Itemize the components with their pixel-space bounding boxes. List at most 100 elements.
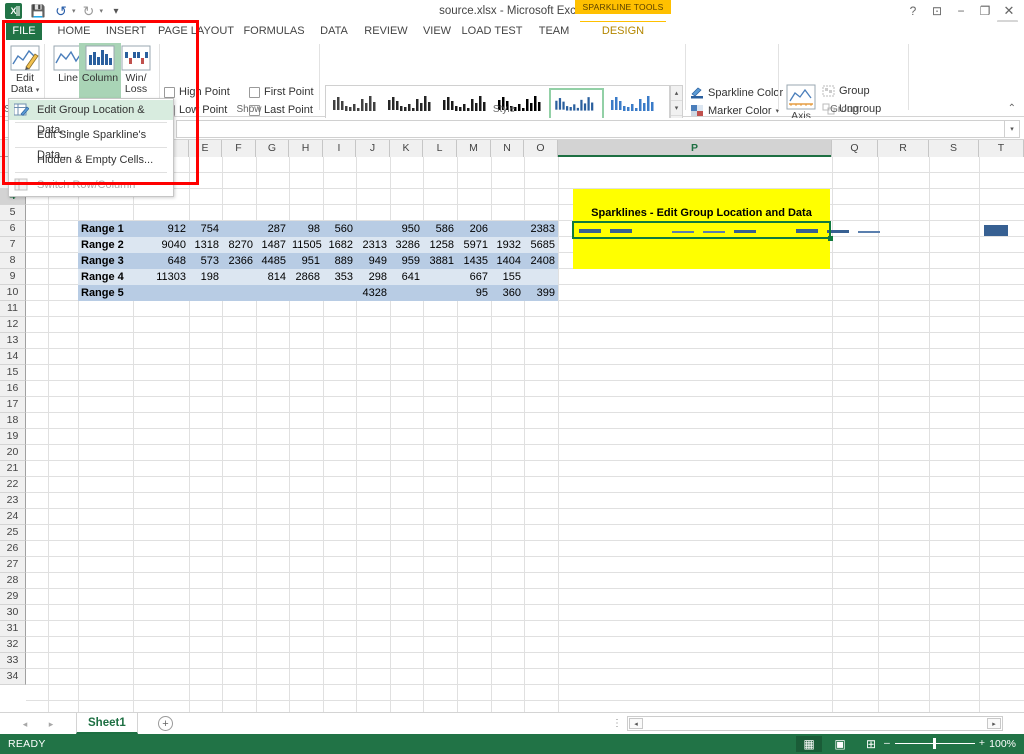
row-header-21[interactable]: 21 [0,461,26,477]
table-cell[interactable] [222,285,256,301]
tab-data[interactable]: DATA [313,22,355,40]
table-cell[interactable] [423,285,457,301]
tab-review[interactable]: REVIEW [361,22,411,40]
table-cell[interactable]: 950 [390,221,423,237]
zoom-out-icon[interactable]: – [884,737,890,749]
column-header-G[interactable]: G [256,140,289,157]
table-cell[interactable]: 560 [323,221,356,237]
row-header-20[interactable]: 20 [0,445,26,461]
row-header-13[interactable]: 13 [0,333,26,349]
table-cell[interactable]: 814 [256,269,289,285]
table-row-label[interactable]: Range 1 [78,221,133,237]
redo-caret-icon[interactable]: ▾ [100,7,104,15]
menu-item-edit-group-location[interactable]: Edit Group Location & Data... [9,100,173,136]
sheet-tab-sheet1[interactable]: Sheet1 [76,713,138,734]
menu-item-edit-single-sparkline[interactable]: Edit Single Sparkline's Data... [9,125,173,161]
table-row-label[interactable]: Range 2 [78,237,133,253]
row-header-5[interactable]: 5 [0,205,26,221]
table-cell[interactable]: 4328 [356,285,390,301]
table-cell[interactable]: 1318 [189,237,222,253]
table-cell[interactable] [256,285,289,301]
checkbox-high-point[interactable]: High Point [164,86,230,98]
table-cell[interactable]: 360 [491,285,524,301]
table-cell[interactable]: 889 [323,253,356,269]
table-cell[interactable]: 573 [189,253,222,269]
column-header-Q[interactable]: Q [832,140,878,157]
sheet-prev-icon[interactable]: ◂ [18,717,32,731]
table-cell[interactable] [222,221,256,237]
formula-input[interactable] [176,119,1004,138]
column-header-I[interactable]: I [323,140,356,157]
row-header-28[interactable]: 28 [0,573,26,589]
table-cell[interactable] [423,269,457,285]
table-cell[interactable] [356,221,390,237]
tab-design[interactable]: DESIGN [580,21,666,40]
column-header-K[interactable]: K [390,140,423,157]
table-cell[interactable]: 98 [289,221,323,237]
split-handle[interactable]: ⋮ [612,718,623,729]
table-cell[interactable]: 754 [189,221,222,237]
edit-data-button[interactable]: Edit Data ▾ [4,43,46,101]
table-cell[interactable]: 951 [289,253,323,269]
table-cell[interactable]: 586 [423,221,457,237]
row-header-7[interactable]: 7 [0,237,26,253]
row-header-31[interactable]: 31 [0,621,26,637]
zoom-track-right[interactable] [935,742,974,744]
table-cell[interactable]: 198 [189,269,222,285]
row-header-16[interactable]: 16 [0,381,26,397]
row-header-27[interactable]: 27 [0,557,26,573]
column-header-J[interactable]: J [356,140,390,157]
table-cell[interactable]: 95 [457,285,491,301]
table-cell[interactable] [189,285,222,301]
table-cell[interactable]: 1487 [256,237,289,253]
tab-insert[interactable]: INSERT [100,22,152,40]
column-header-E[interactable]: E [189,140,222,157]
table-cell[interactable]: 5685 [524,237,558,253]
row-header-14[interactable]: 14 [0,349,26,365]
formula-bar-expand-icon[interactable]: ▾ [1004,119,1020,138]
close-icon[interactable]: ✕ [998,2,1020,20]
table-cell[interactable] [133,285,189,301]
row-header-30[interactable]: 30 [0,605,26,621]
row-header-23[interactable]: 23 [0,493,26,509]
table-cell[interactable] [390,285,423,301]
add-sheet-icon[interactable]: + [158,716,173,731]
table-cell[interactable] [524,269,558,285]
undo-caret-icon[interactable]: ▾ [72,7,76,15]
row-header-22[interactable]: 22 [0,477,26,493]
checkbox-icon[interactable] [164,86,175,98]
row-header-10[interactable]: 10 [0,285,26,301]
table-cell[interactable]: 2313 [356,237,390,253]
table-row-label[interactable]: Range 3 [78,253,133,269]
table-cell[interactable]: 8270 [222,237,256,253]
column-header-N[interactable]: N [491,140,524,157]
undo-icon[interactable]: ↺ [51,2,71,20]
table-cell[interactable] [323,285,356,301]
normal-view-icon[interactable]: ▦ [796,736,822,752]
row-header-34[interactable]: 34 [0,669,26,685]
restore-icon[interactable]: ❐ [974,2,996,20]
row-header-26[interactable]: 26 [0,541,26,557]
table-cell[interactable]: 287 [256,221,289,237]
table-cell[interactable]: 1435 [457,253,491,269]
table-cell[interactable]: 11505 [289,237,323,253]
fill-handle[interactable] [828,236,833,241]
horizontal-scrollbar[interactable]: ◂ ▸ [627,716,1003,731]
table-cell[interactable]: 1404 [491,253,524,269]
checkbox-icon[interactable] [249,86,260,98]
row-header-29[interactable]: 29 [0,589,26,605]
row-header-33[interactable]: 33 [0,653,26,669]
table-cell[interactable]: 4485 [256,253,289,269]
table-cell[interactable]: 2383 [524,221,558,237]
page-break-view-icon[interactable]: ⊞ [858,736,884,752]
table-cell[interactable]: 1258 [423,237,457,253]
menu-item-hidden-empty-cells[interactable]: Hidden & Empty Cells... [9,150,173,170]
table-cell[interactable]: 5971 [457,237,491,253]
gallery-scroll-up-icon[interactable]: ▴ [671,86,682,101]
table-row-label[interactable]: Range 5 [78,285,133,301]
table-cell[interactable]: 399 [524,285,558,301]
table-cell[interactable]: 648 [133,253,189,269]
row-header-24[interactable]: 24 [0,509,26,525]
table-row-label[interactable]: Range 4 [78,269,133,285]
row-header-9[interactable]: 9 [0,269,26,285]
